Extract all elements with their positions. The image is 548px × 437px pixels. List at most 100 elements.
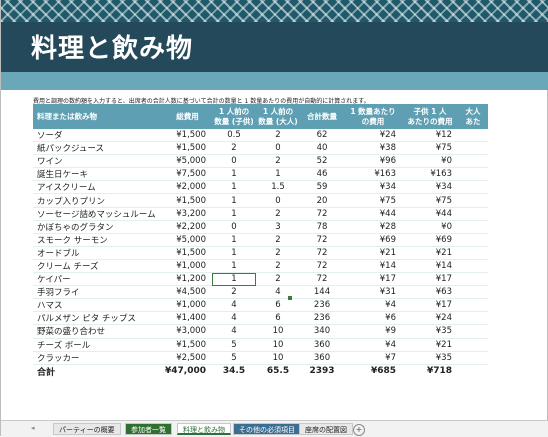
table-cell[interactable]: 0 bbox=[212, 220, 256, 234]
table-cell[interactable]: ¥38 bbox=[344, 141, 402, 156]
table-cell[interactable] bbox=[458, 338, 488, 352]
table-cell[interactable]: 2 bbox=[212, 141, 256, 156]
table-cell[interactable]: ¥1,000 bbox=[163, 298, 212, 313]
table-cell[interactable] bbox=[458, 141, 488, 156]
table-cell[interactable]: ハマス bbox=[33, 298, 163, 313]
table-cell[interactable]: 4 bbox=[212, 311, 256, 326]
table-cell[interactable]: 1 bbox=[212, 259, 256, 274]
total-cell[interactable]: 65.5 bbox=[256, 363, 300, 378]
table-cell[interactable]: ¥17 bbox=[402, 298, 458, 313]
table-cell[interactable]: ¥3,000 bbox=[163, 324, 212, 339]
total-cell[interactable]: 34.5 bbox=[212, 363, 256, 378]
table-cell[interactable]: 340 bbox=[300, 324, 344, 339]
table-cell[interactable]: 10 bbox=[256, 324, 300, 339]
table-cell[interactable]: ¥5,000 bbox=[163, 154, 212, 169]
table-cell[interactable]: ¥2,000 bbox=[163, 180, 212, 195]
table-cell[interactable]: ¥163 bbox=[402, 167, 458, 182]
table-cell[interactable]: ¥17 bbox=[402, 272, 458, 287]
table-cell[interactable]: ¥31 bbox=[344, 285, 402, 300]
table-cell[interactable]: ¥34 bbox=[344, 180, 402, 195]
tab-seating-chart[interactable]: 座席の配置図 bbox=[299, 423, 353, 435]
table-cell[interactable]: ¥2,500 bbox=[163, 351, 212, 365]
table-cell[interactable]: ソーダ bbox=[33, 129, 163, 143]
table-cell[interactable]: ¥34 bbox=[402, 180, 458, 195]
table-cell[interactable]: ¥3,200 bbox=[163, 207, 212, 221]
table-cell[interactable]: ¥63 bbox=[402, 285, 458, 300]
table-cell[interactable] bbox=[458, 259, 488, 274]
table-cell[interactable]: 236 bbox=[300, 311, 344, 326]
table-cell[interactable]: 40 bbox=[300, 141, 344, 156]
tab-other-items[interactable]: その他の必須項目 bbox=[233, 423, 301, 435]
table-cell[interactable]: 2 bbox=[256, 246, 300, 260]
table-cell[interactable]: ¥35 bbox=[402, 351, 458, 365]
table-cell[interactable]: ¥1,500 bbox=[163, 129, 212, 143]
table-cell[interactable] bbox=[458, 311, 488, 326]
total-cell[interactable]: ¥685 bbox=[344, 363, 402, 378]
table-cell[interactable]: 1.5 bbox=[256, 180, 300, 195]
table-cell[interactable]: 62 bbox=[300, 129, 344, 143]
table-cell[interactable] bbox=[458, 298, 488, 313]
table-cell[interactable]: ソーセージ詰めマッシュルーム bbox=[33, 207, 163, 221]
table-cell[interactable]: 1 bbox=[212, 246, 256, 260]
table-cell[interactable]: ¥0 bbox=[402, 154, 458, 169]
table-cell[interactable]: チーズ ボール bbox=[33, 338, 163, 352]
table-cell[interactable]: 72 bbox=[300, 259, 344, 274]
total-cell[interactable] bbox=[458, 363, 488, 378]
table-cell[interactable]: ¥75 bbox=[402, 141, 458, 156]
table-cell[interactable]: 手羽フライ bbox=[33, 285, 163, 300]
table-cell[interactable]: オードブル bbox=[33, 246, 163, 260]
table-cell[interactable]: ¥21 bbox=[344, 246, 402, 260]
table-cell[interactable]: ¥1,000 bbox=[163, 259, 212, 274]
table-cell[interactable]: 2 bbox=[256, 207, 300, 221]
table-cell[interactable]: ¥14 bbox=[402, 259, 458, 274]
tab-party-overview[interactable]: パーティーの概要 bbox=[53, 423, 121, 435]
table-cell[interactable]: 1 bbox=[212, 167, 256, 182]
table-cell[interactable]: 0.5 bbox=[212, 129, 256, 143]
table-cell[interactable]: 72 bbox=[300, 272, 344, 287]
table-cell[interactable]: 10 bbox=[256, 351, 300, 365]
table-cell[interactable]: 20 bbox=[300, 193, 344, 208]
table-cell[interactable]: アイスクリーム bbox=[33, 180, 163, 195]
table-cell[interactable]: 2 bbox=[256, 129, 300, 143]
table-cell[interactable]: ¥12 bbox=[402, 129, 458, 143]
table-cell[interactable]: 10 bbox=[256, 338, 300, 352]
table-cell[interactable] bbox=[458, 285, 488, 300]
table-cell[interactable]: 4 bbox=[256, 285, 300, 300]
tab-attendee-list[interactable]: 参加者一覧 bbox=[125, 423, 172, 435]
table-cell[interactable]: ¥24 bbox=[344, 129, 402, 143]
table-cell[interactable]: スモーク サーモン bbox=[33, 233, 163, 247]
table-cell[interactable] bbox=[458, 154, 488, 169]
table-cell[interactable]: ¥96 bbox=[344, 154, 402, 169]
table-cell[interactable]: 360 bbox=[300, 351, 344, 365]
table-cell[interactable]: ¥75 bbox=[402, 193, 458, 208]
table-cell[interactable] bbox=[458, 167, 488, 182]
table-cell[interactable]: カップ入りプリン bbox=[33, 193, 163, 208]
table-cell[interactable]: パルメザン ピタ チップス bbox=[33, 311, 163, 326]
table-cell[interactable]: 2 bbox=[256, 154, 300, 169]
table-cell[interactable]: ¥44 bbox=[344, 207, 402, 221]
table-cell[interactable]: 72 bbox=[300, 246, 344, 260]
total-cell[interactable]: ¥47,000 bbox=[163, 363, 212, 378]
table-cell[interactable]: 2 bbox=[256, 259, 300, 274]
table-cell[interactable]: ¥7,500 bbox=[163, 167, 212, 182]
table-cell[interactable]: 0 bbox=[212, 154, 256, 169]
table-cell[interactable]: 72 bbox=[300, 233, 344, 247]
table-cell[interactable] bbox=[458, 193, 488, 208]
table-cell[interactable]: ¥0 bbox=[402, 220, 458, 234]
table-cell[interactable]: ¥21 bbox=[402, 246, 458, 260]
table-cell[interactable]: ¥2,200 bbox=[163, 220, 212, 234]
total-cell[interactable]: 合計 bbox=[33, 363, 163, 378]
table-cell[interactable]: 2 bbox=[212, 285, 256, 300]
table-cell[interactable]: ¥1,500 bbox=[163, 193, 212, 208]
table-cell[interactable]: ¥28 bbox=[344, 220, 402, 234]
table-cell[interactable] bbox=[458, 180, 488, 195]
tab-scroll-icon[interactable]: ◂ bbox=[31, 424, 35, 432]
table-cell[interactable]: ¥4 bbox=[344, 338, 402, 352]
table-cell[interactable]: ¥69 bbox=[344, 233, 402, 247]
table-cell[interactable]: ¥163 bbox=[344, 167, 402, 182]
table-cell[interactable]: ¥69 bbox=[402, 233, 458, 247]
table-cell[interactable]: 1 bbox=[256, 167, 300, 182]
table-cell[interactable]: 2 bbox=[256, 233, 300, 247]
table-cell[interactable]: ¥1,500 bbox=[163, 246, 212, 260]
table-cell[interactable]: ¥1,500 bbox=[163, 141, 212, 156]
